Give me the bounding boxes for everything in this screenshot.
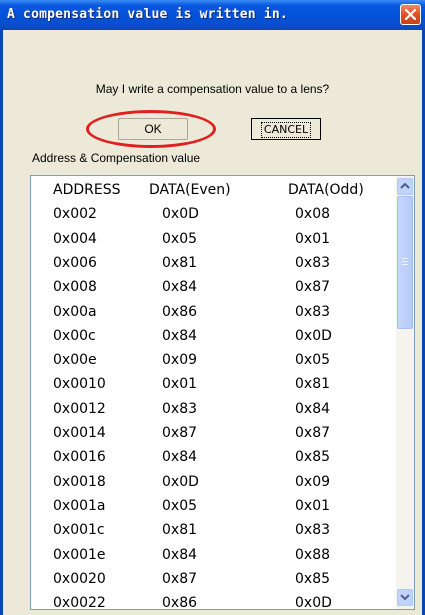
window-title: A compensation value is written in. [7,7,288,22]
data-odd-cell: 0x85 [295,570,331,587]
table-row[interactable]: 0x001e 0x84 0x88 [31,543,395,565]
data-even-cell: 0x0D [162,206,199,223]
column-header-data-odd: DATA(Odd) [288,182,364,198]
table-row[interactable]: 0x0016 0x84 0x85 [31,445,395,467]
data-even-cell: 0x87 [162,425,198,441]
data-odd-cell: 0x84 [295,400,331,417]
data-odd-cell: 0x0D [295,327,332,344]
list-header-row: ADDRESS DATA(Even) DATA(Odd) [31,178,395,200]
table-row[interactable]: 0x0018 0x0D 0x09 [31,470,395,492]
address-cell: 0x0018 [53,473,106,490]
address-cell: 0x0010 [53,376,106,393]
close-icon [404,8,417,21]
ok-button[interactable]: OK [118,118,188,140]
cancel-button-label: CANCEL [260,122,312,138]
compensation-listbox[interactable]: ADDRESS DATA(Even) DATA(Odd) 0x002 0x0D 0x… [30,175,415,610]
data-even-cell: 0x86 [162,303,198,320]
cancel-button[interactable]: CANCEL [251,118,321,140]
data-odd-cell: 0x88 [295,546,331,563]
table-row[interactable]: 0x0010 0x01 0x81 [31,372,395,394]
data-even-cell: 0x0D [162,473,199,490]
data-odd-cell: 0x87 [295,425,331,441]
address-cell: 0x008 [53,279,97,296]
address-cell: 0x002 [53,206,97,223]
arrow-up-icon [400,182,410,189]
table-row[interactable]: 0x0022 0x86 0x0D [31,591,395,610]
data-odd-cell: 0x09 [295,473,331,490]
address-cell: 0x004 [53,230,97,247]
table-row[interactable]: 0x001c 0x81 0x83 [31,518,395,540]
table-row[interactable]: 0x004 0x05 0x01 [31,227,395,249]
data-odd-cell: 0x01 [295,230,331,247]
data-even-cell: 0x87 [162,570,198,587]
address-cell: 0x00c [53,327,96,344]
scroll-grip-line [402,264,408,265]
data-odd-cell: 0x08 [295,206,331,223]
table-row[interactable]: 0x00e 0x09 0x05 [31,348,395,370]
table-row[interactable]: 0x0020 0x87 0x85 [31,567,395,589]
data-odd-cell: 0x01 [295,497,331,514]
table-row[interactable]: 0x00a 0x86 0x83 [31,300,395,322]
address-cell: 0x0016 [53,449,106,466]
address-cell: 0x0012 [53,400,106,417]
column-header-address: ADDRESS [53,182,121,198]
data-odd-cell: 0x0D [295,595,332,610]
arrow-down-icon [400,594,410,601]
data-even-cell: 0x86 [162,595,198,610]
address-cell: 0x00a [53,303,97,320]
data-odd-cell: 0x05 [295,352,331,369]
title-bar[interactable]: A compensation value is written in. [0,0,425,30]
address-cell: 0x006 [53,254,97,271]
data-even-cell: 0x05 [162,497,198,514]
data-even-cell: 0x09 [162,352,198,369]
close-button[interactable] [400,4,421,25]
scroll-up-button[interactable] [397,178,413,195]
scroll-grip-line [402,261,408,262]
data-odd-cell: 0x87 [295,279,331,296]
table-row[interactable]: 0x00c 0x84 0x0D [31,324,395,346]
data-even-cell: 0x01 [162,376,198,393]
data-even-cell: 0x05 [162,230,198,247]
scroll-grip-line [402,258,408,259]
data-odd-cell: 0x85 [295,449,331,466]
data-even-cell: 0x83 [162,400,198,417]
list-label: Address & Compensation value [32,151,201,165]
data-odd-cell: 0x83 [295,303,331,320]
data-odd-cell: 0x81 [295,376,331,393]
address-cell: 0x0020 [53,570,106,587]
table-row[interactable]: 0x002 0x0D 0x08 [31,202,395,224]
address-cell: 0x001a [53,497,106,514]
table-row[interactable]: 0x001a 0x05 0x01 [31,494,395,516]
column-header-data-even: DATA(Even) [149,182,231,198]
table-row[interactable]: 0x008 0x84 0x87 [31,275,395,297]
address-cell: 0x001e [53,546,106,563]
address-cell: 0x0014 [53,425,106,441]
data-odd-cell: 0x83 [295,522,331,539]
data-even-cell: 0x81 [162,254,198,271]
address-cell: 0x001c [53,522,105,539]
data-even-cell: 0x81 [162,522,198,539]
vertical-scrollbar[interactable] [396,176,414,609]
scroll-thumb[interactable] [397,196,413,329]
data-odd-cell: 0x83 [295,254,331,271]
confirmation-question: May I write a compensation value to a le… [95,82,330,96]
scroll-down-button[interactable] [397,589,413,606]
window-frame-left [0,30,3,615]
table-row[interactable]: 0x0012 0x83 0x84 [31,397,395,419]
table-row[interactable]: 0x0014 0x87 0x87 [31,421,395,443]
data-even-cell: 0x84 [162,449,198,466]
address-cell: 0x00e [53,352,97,369]
data-even-cell: 0x84 [162,327,198,344]
table-row[interactable]: 0x006 0x81 0x83 [31,251,395,273]
data-even-cell: 0x84 [162,279,198,296]
data-even-cell: 0x84 [162,546,198,563]
address-cell: 0x0022 [53,595,106,610]
